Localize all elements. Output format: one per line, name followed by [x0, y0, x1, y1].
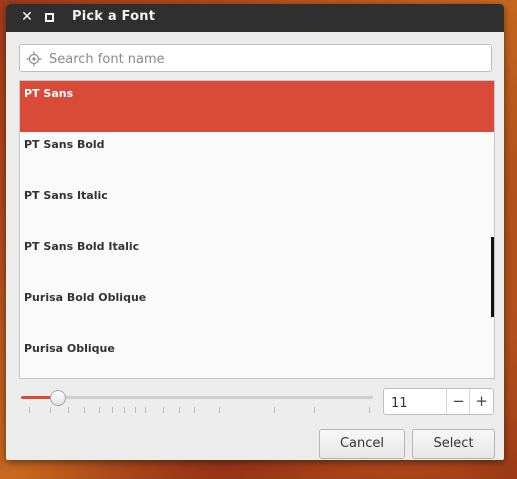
- list-item[interactable]: PT Sans Italic: [20, 183, 494, 234]
- font-name: Purisa Oblique: [24, 342, 115, 355]
- slider-tick: [274, 407, 275, 413]
- slider-trough[interactable]: [21, 396, 373, 399]
- font-chooser-window: ✕ Pick a Font PT Sans PT Sans Bold PT Sa…: [6, 4, 504, 460]
- font-name: PT Sans Bold Italic: [24, 240, 140, 253]
- select-button[interactable]: Select: [412, 429, 495, 459]
- cancel-button[interactable]: Cancel: [319, 429, 405, 459]
- slider-tick: [29, 407, 30, 413]
- list-item[interactable]: PT Sans Bold: [20, 132, 494, 183]
- slider-tick: [194, 407, 195, 413]
- font-size-spinbutton[interactable]: − +: [383, 388, 494, 415]
- list-item[interactable]: Purisa Bold Oblique: [20, 285, 494, 336]
- slider-tick: [99, 407, 100, 413]
- decrease-button[interactable]: −: [446, 389, 470, 414]
- font-size-slider[interactable]: [19, 390, 375, 418]
- font-name: PT Sans: [24, 87, 74, 100]
- list-item[interactable]: PT Sans Bold Italic: [20, 234, 494, 285]
- font-size-input[interactable]: [389, 394, 448, 412]
- close-icon[interactable]: ✕: [20, 9, 34, 25]
- vertical-scrollbar[interactable]: [491, 237, 494, 317]
- list-item[interactable]: PT Sans: [20, 81, 494, 132]
- slider-tick: [163, 407, 164, 413]
- window-title: Pick a Font: [72, 9, 156, 24]
- font-list[interactable]: PT Sans PT Sans Bold PT Sans Italic PT S…: [19, 80, 495, 379]
- slider-tick: [369, 407, 370, 413]
- slider-tick: [68, 407, 69, 413]
- title-bar: ✕ Pick a Font: [6, 4, 504, 32]
- slider-tick: [124, 407, 125, 413]
- slider-tick: [179, 407, 180, 413]
- font-name: PT Sans Bold: [24, 138, 105, 151]
- font-name: Purisa Bold Oblique: [24, 291, 147, 304]
- increase-button[interactable]: +: [469, 389, 493, 414]
- slider-tick: [50, 407, 51, 413]
- slider-tick: [145, 407, 146, 413]
- font-name: PT Sans Italic: [24, 189, 108, 202]
- slider-tick: [314, 407, 315, 413]
- slider-tick: [84, 407, 85, 413]
- list-item[interactable]: Purisa Oblique: [20, 336, 494, 378]
- search-field[interactable]: [19, 44, 492, 72]
- maximize-icon[interactable]: [45, 13, 54, 22]
- slider-tick: [135, 407, 136, 413]
- slider-tick: [219, 407, 220, 413]
- slider-knob[interactable]: [50, 390, 66, 406]
- slider-tick: [112, 407, 113, 413]
- search-input[interactable]: [47, 49, 481, 69]
- locate-icon: [26, 51, 42, 67]
